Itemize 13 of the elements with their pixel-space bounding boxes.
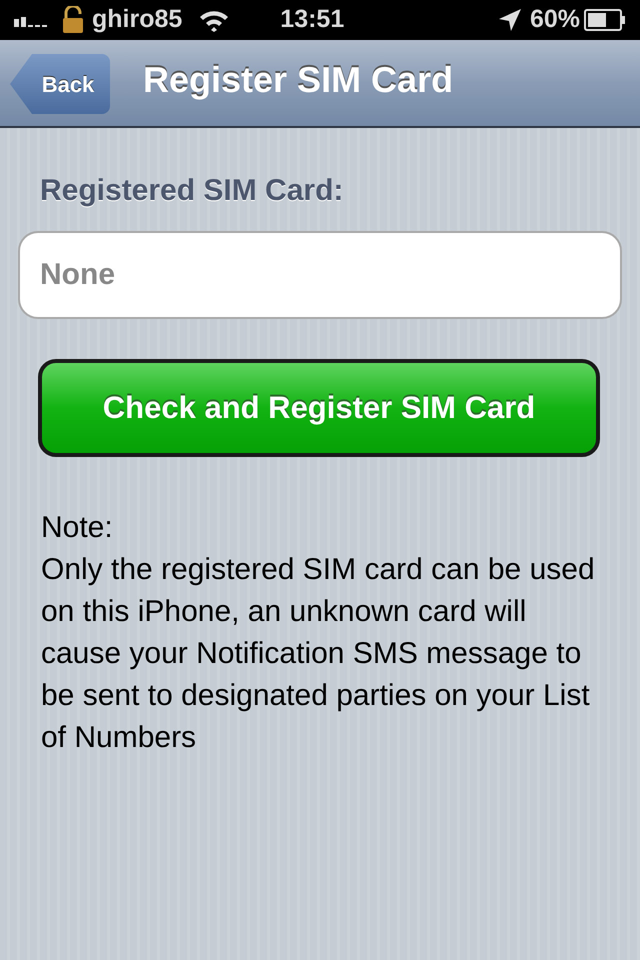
location-arrow-icon (498, 8, 522, 32)
field-label: Registered SIM Card: (40, 173, 344, 209)
screen-title: Register SIM Card (143, 58, 454, 102)
carrier-name: ghiro85 (92, 4, 182, 36)
battery-icon (584, 9, 626, 31)
back-button[interactable]: Back (10, 54, 110, 114)
register-button[interactable]: Check and Register SIM Card (38, 359, 600, 457)
lock-icon (62, 6, 84, 34)
battery-percent: 60% (530, 4, 580, 36)
note-heading: Note: (41, 510, 114, 546)
note-text: Only the registered SIM card can be used on this iPhone, an unknown card will cause your Notification SMS message to be sent to designated parties on your List of Numbers (41, 552, 596, 756)
sim-card-field[interactable]: None (18, 231, 622, 319)
clock-time: 13:51 (280, 4, 344, 36)
